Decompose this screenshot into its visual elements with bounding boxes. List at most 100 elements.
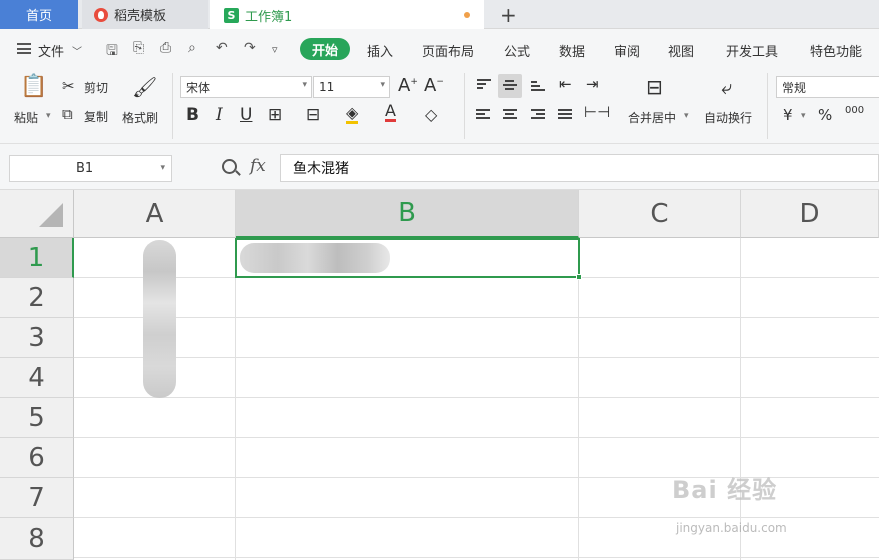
- merge-chevron-down-icon[interactable]: ▾: [684, 111, 689, 121]
- row-header-2[interactable]: 2: [0, 278, 74, 318]
- undo-icon[interactable]: ↶: [216, 40, 228, 56]
- row-header-5[interactable]: 5: [0, 398, 74, 438]
- column-header-b[interactable]: B: [236, 190, 579, 238]
- formula-input[interactable]: 鱼木混猪: [280, 154, 879, 182]
- tab-page-layout[interactable]: 页面布局: [422, 41, 474, 60]
- watermark-url: jingyan.baidu.com: [676, 521, 787, 535]
- font-size-select[interactable]: 11 ▾: [313, 76, 390, 98]
- underline-icon[interactable]: U: [240, 105, 252, 125]
- paste-button[interactable]: 粘贴: [14, 109, 38, 126]
- row-gridline: [74, 437, 879, 438]
- row-gridline: [74, 317, 879, 318]
- tab-special-features[interactable]: 特色功能: [810, 41, 862, 60]
- tab-templates[interactable]: 稻壳模板: [82, 0, 208, 29]
- copy-icon[interactable]: ⧉: [62, 105, 73, 123]
- tab-start[interactable]: 开始: [300, 38, 350, 60]
- tab-data[interactable]: 数据: [559, 41, 585, 60]
- wrap-text-button[interactable]: 自动换行: [704, 109, 752, 126]
- align-bottom-icon[interactable]: [531, 81, 545, 93]
- distributed-icon[interactable]: ⊢⊣: [584, 103, 610, 121]
- font-name-select[interactable]: 宋体 ▾: [180, 76, 312, 98]
- row-gridline: [74, 517, 879, 518]
- align-center-icon[interactable]: [503, 109, 517, 121]
- column-gridline: [740, 238, 741, 560]
- copy-button[interactable]: 复制: [84, 108, 108, 125]
- increase-indent-icon[interactable]: ⇥: [586, 75, 599, 93]
- tab-workbook[interactable]: S 工作簿1: [210, 0, 484, 30]
- column-header-a[interactable]: A: [74, 190, 236, 238]
- percent-format-button[interactable]: %: [818, 106, 832, 124]
- row-header-4[interactable]: 4: [0, 358, 74, 398]
- row-header-6[interactable]: 6: [0, 438, 74, 478]
- divider: [172, 73, 173, 139]
- number-format-select[interactable]: 常规: [776, 76, 879, 98]
- quick-access-more-icon[interactable]: ▿: [272, 43, 278, 56]
- select-all-corner[interactable]: [0, 190, 74, 238]
- print-icon[interactable]: ⎙: [160, 40, 171, 56]
- menu-bar: 文件 ﹀ 🖫 ⎘ ⎙ ⌕ ↶ ↷ ▿ 开始 插入 页面布局 公式 数据 审阅 视…: [0, 29, 879, 69]
- insert-function-button[interactable]: fx: [250, 156, 266, 176]
- row-gridline: [74, 397, 879, 398]
- fill-color-icon[interactable]: ◈: [346, 105, 359, 124]
- save-icon[interactable]: 🖫: [106, 40, 118, 64]
- selected-cell-b1[interactable]: [235, 238, 580, 278]
- thousands-separator-button[interactable]: 000: [845, 105, 864, 116]
- currency-format-button[interactable]: ¥: [783, 106, 793, 124]
- row-header-7[interactable]: 7: [0, 478, 74, 518]
- fill-handle[interactable]: [576, 274, 582, 280]
- tab-formulas[interactable]: 公式: [504, 41, 530, 60]
- bold-icon[interactable]: B: [186, 105, 199, 125]
- format-painter-icon[interactable]: 🖌: [132, 75, 157, 99]
- redo-icon[interactable]: ↷: [244, 40, 256, 56]
- divider: [767, 73, 768, 139]
- column-gridline: [235, 238, 236, 560]
- decrease-indent-icon[interactable]: ⇤: [559, 75, 572, 93]
- export-icon[interactable]: ⎘: [133, 40, 144, 56]
- column-header-c[interactable]: C: [579, 190, 741, 238]
- row-header-8[interactable]: 8: [0, 518, 74, 560]
- print-preview-icon[interactable]: ⌕: [188, 40, 196, 56]
- font-size-value: 11: [319, 80, 335, 94]
- align-top-icon[interactable]: [477, 79, 491, 91]
- tab-view[interactable]: 视图: [668, 41, 694, 60]
- paste-icon[interactable]: 📋: [20, 74, 47, 99]
- name-box[interactable]: B1 ▾: [9, 155, 172, 182]
- decrease-font-icon[interactable]: A−: [424, 75, 444, 96]
- document-tab-bar: 首页 稻壳模板 S 工作簿1 +: [0, 0, 879, 30]
- tab-home[interactable]: 首页: [0, 0, 78, 29]
- borders-icon[interactable]: ⊞: [268, 105, 282, 125]
- chevron-down-icon: ▾: [380, 80, 385, 90]
- tab-developer[interactable]: 开发工具: [726, 41, 778, 60]
- new-tab-icon[interactable]: +: [500, 3, 517, 27]
- cut-icon[interactable]: ✂: [62, 77, 75, 95]
- formula-content: 鱼木混猪: [293, 161, 349, 177]
- format-painter-button[interactable]: 格式刷: [122, 109, 158, 126]
- file-menu[interactable]: 文件: [38, 41, 64, 60]
- cut-button[interactable]: 剪切: [84, 79, 108, 96]
- align-left-icon[interactable]: [476, 109, 490, 121]
- align-right-icon[interactable]: [531, 109, 545, 121]
- paste-chevron-down-icon[interactable]: ▾: [46, 111, 51, 121]
- wrap-text-icon[interactable]: ⤶: [721, 75, 732, 99]
- increase-font-icon[interactable]: A+: [398, 75, 418, 96]
- italic-icon[interactable]: I: [216, 105, 223, 125]
- merge-center-button[interactable]: 合并居中: [628, 109, 676, 126]
- zoom-icon[interactable]: [222, 159, 237, 174]
- merge-center-icon[interactable]: ⊟: [646, 75, 663, 99]
- file-chevron-down-icon[interactable]: ﹀: [72, 43, 82, 58]
- tab-review[interactable]: 审阅: [614, 41, 640, 60]
- row-header-3[interactable]: 3: [0, 318, 74, 358]
- hamburger-icon[interactable]: [17, 43, 31, 54]
- clear-format-icon[interactable]: ◇: [425, 105, 437, 124]
- chevron-down-icon: ▾: [160, 163, 165, 173]
- column-header-d[interactable]: D: [741, 190, 879, 238]
- row-header-1[interactable]: 1: [0, 238, 74, 278]
- tab-insert[interactable]: 插入: [367, 41, 393, 60]
- justify-icon[interactable]: [558, 109, 572, 121]
- align-middle-icon[interactable]: [503, 80, 517, 92]
- fill-style-icon[interactable]: ⊟: [306, 105, 320, 125]
- font-color-icon[interactable]: A: [385, 103, 396, 122]
- currency-chevron-down-icon[interactable]: ▾: [801, 111, 806, 121]
- unsaved-dot-icon: [464, 12, 470, 18]
- tab-workbook-label: 工作簿1: [245, 9, 293, 25]
